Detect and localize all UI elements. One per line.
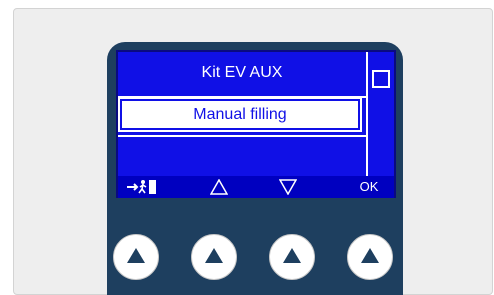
softkey-bar: OK xyxy=(118,176,394,198)
exit-icon xyxy=(127,180,156,194)
exit-softkey[interactable] xyxy=(122,176,168,198)
triangle-up-outline-icon xyxy=(210,179,228,195)
hardware-button-1[interactable] xyxy=(113,234,159,280)
triangle-up-filled-icon xyxy=(205,248,223,263)
triangle-down-outline-icon xyxy=(279,179,297,195)
triangle-up-filled-icon xyxy=(361,248,379,263)
screen-title: Kit EV AUX xyxy=(201,64,283,81)
menu-item-selected[interactable]: Manual filling xyxy=(118,97,362,132)
up-softkey[interactable] xyxy=(204,176,234,198)
triangle-up-filled-icon xyxy=(127,248,145,263)
down-softkey[interactable] xyxy=(273,176,303,198)
title-divider xyxy=(118,96,366,98)
triangle-up-filled-icon xyxy=(283,248,301,263)
hardware-button-2[interactable] xyxy=(191,234,237,280)
lcd-screen: Kit EV AUX Manual filling OK xyxy=(116,50,396,198)
hardware-button-3[interactable] xyxy=(269,234,315,280)
ok-softkey[interactable]: OK xyxy=(354,176,384,198)
scrollbar-track xyxy=(366,52,368,176)
menu-divider xyxy=(118,135,366,137)
scrollbar-thumb xyxy=(372,70,390,88)
hardware-button-4[interactable] xyxy=(347,234,393,280)
